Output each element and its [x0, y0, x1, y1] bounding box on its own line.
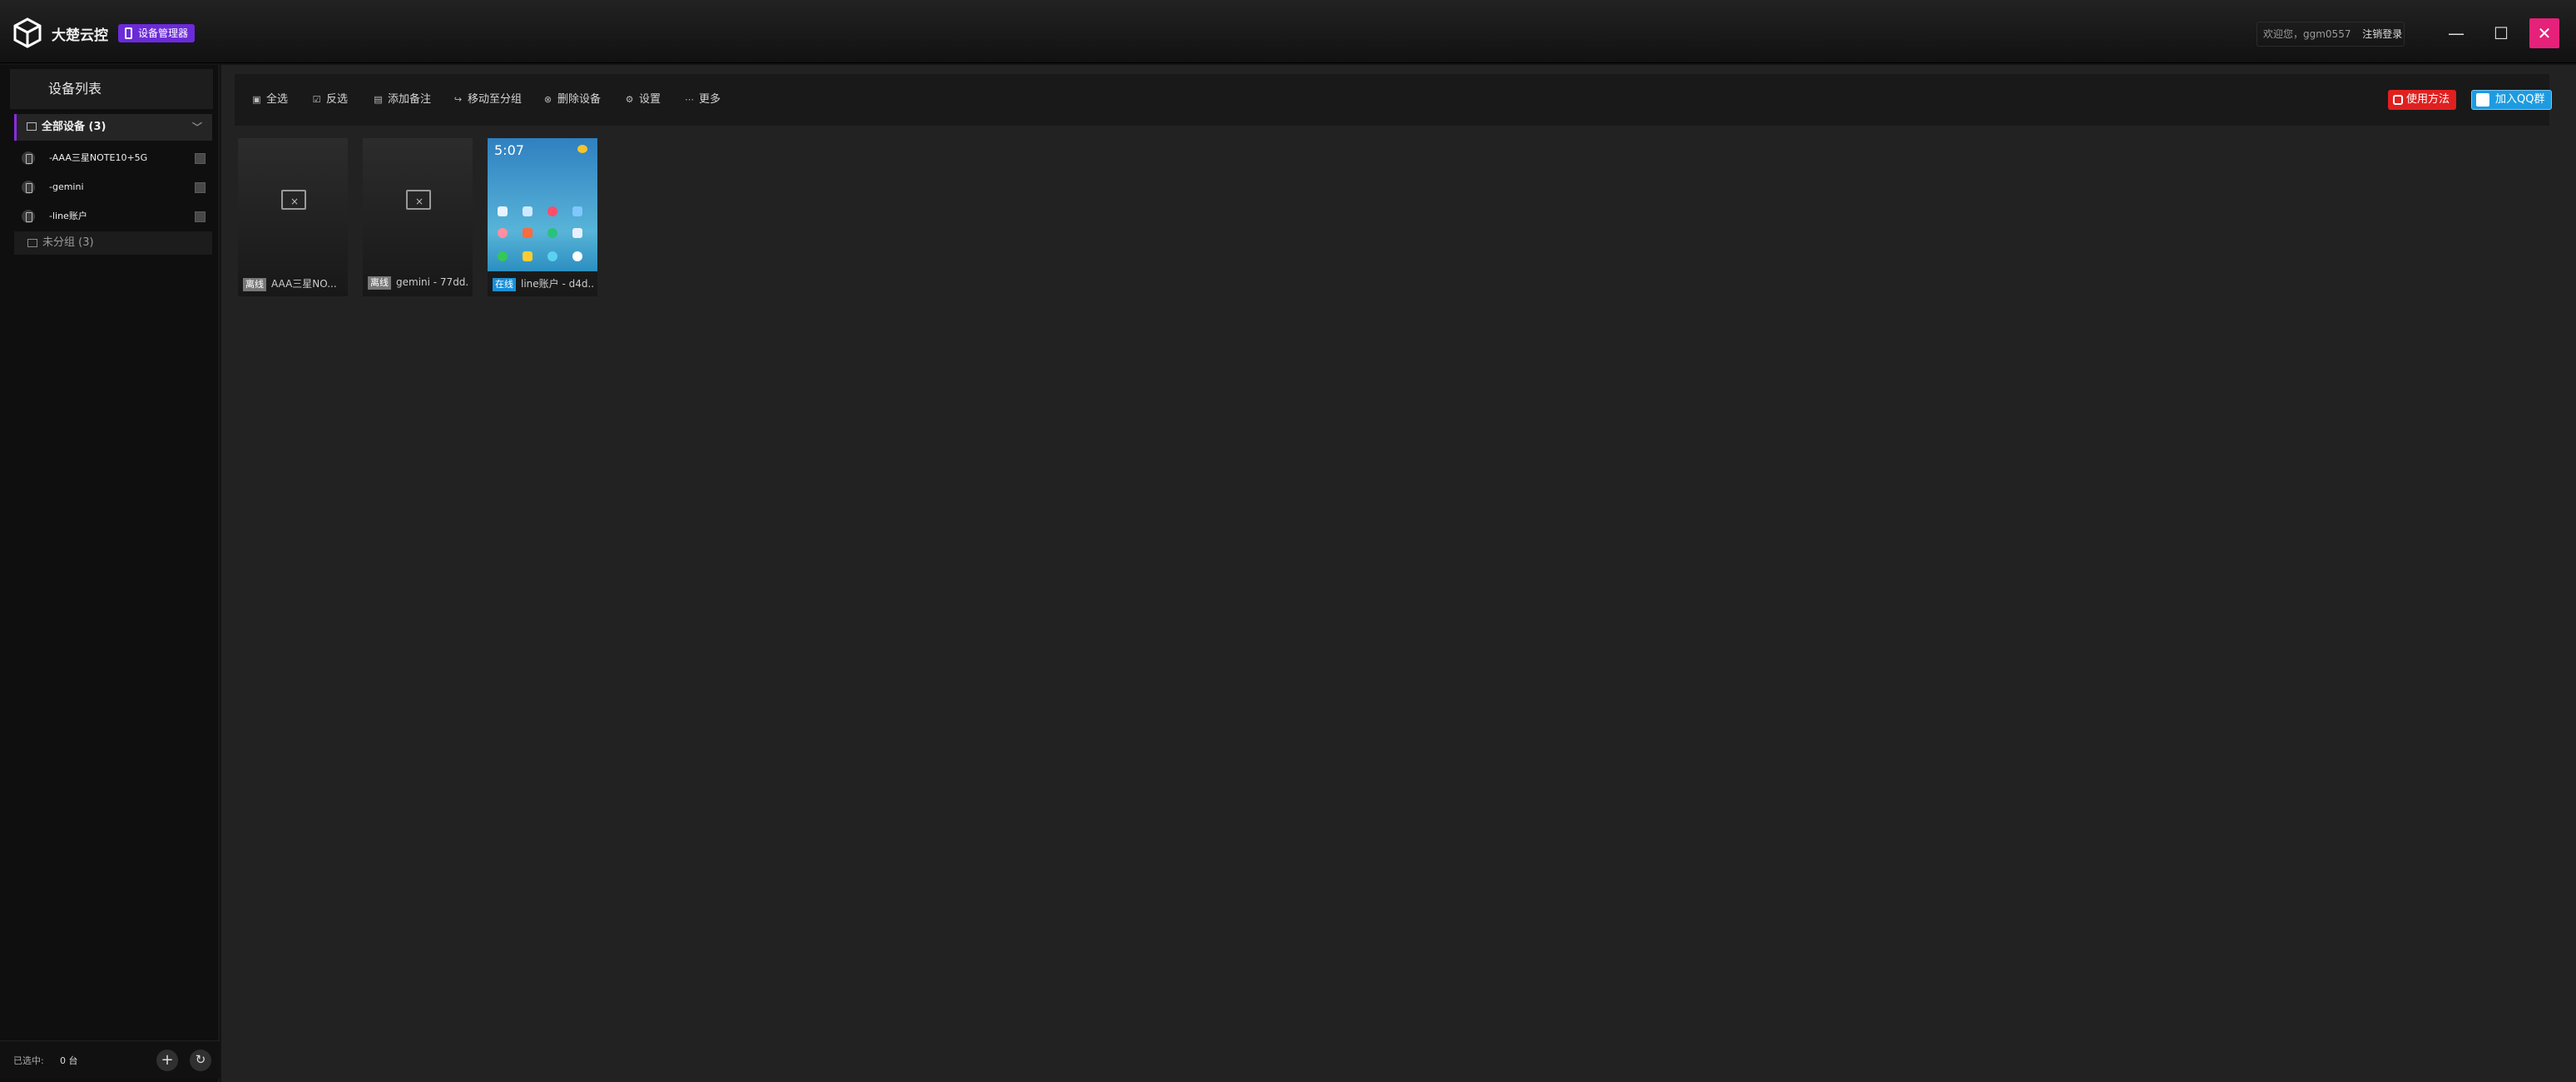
phone-icon: [22, 151, 35, 165]
app-icon: [572, 206, 582, 216]
group-all-devices[interactable]: 全部设备 (3) ﹀: [14, 114, 212, 141]
add-note-label: 添加备注: [388, 93, 432, 106]
move-group-button[interactable]: ↪ 移动至分组: [453, 91, 522, 109]
select-all-icon: ▣: [252, 94, 261, 105]
phone-screen-preview[interactable]: 5:07: [488, 138, 597, 271]
delete-device-button[interactable]: ⊗ 删除设备: [542, 91, 601, 109]
add-note-button[interactable]: ▤ 添加备注: [373, 91, 431, 109]
group-all-label: 全部设备 (3): [42, 121, 107, 133]
help-button[interactable]: 使用方法: [2388, 90, 2457, 110]
device-checkbox[interactable]: [195, 211, 206, 222]
gear-icon: ⚙: [625, 94, 634, 105]
toolbar: ▣ 全选 ☑ 反选 ▤ 添加备注 ↪ 移动至分组 ⊗ 删除设备 ⚙ 设置 ⋯ 更…: [235, 74, 2553, 126]
card-name: gemini - 77dd...: [396, 276, 469, 288]
app-icon: [547, 228, 557, 238]
folder-icon: [27, 122, 37, 131]
app-icon: [547, 206, 557, 216]
delete-icon: ⊗: [543, 94, 552, 105]
device-checkbox[interactable]: [195, 182, 206, 193]
sidebar: 设备列表 全部设备 (3) ﹀ -AAA三星NOTE10+5G -gemini …: [0, 65, 220, 1082]
folder-icon: [27, 239, 37, 247]
app-icon: [572, 228, 582, 238]
card-name: AAA三星NO...: [271, 278, 337, 290]
phone-icon: [125, 27, 132, 39]
more-label: 更多: [699, 93, 721, 106]
app-icon: [523, 228, 533, 238]
weather-icon: [577, 145, 587, 153]
app-icon: [523, 251, 533, 261]
settings-label: 设置: [639, 93, 661, 106]
card-label: 在线 line账户 - d4d...: [493, 276, 594, 291]
status-badge: 在线: [493, 278, 516, 291]
phone-icon: [22, 210, 35, 223]
device-card[interactable]: 5:07 在线 line账户 - d4d...: [488, 138, 597, 296]
settings-button[interactable]: ⚙ 设置: [624, 91, 661, 109]
app-icon: [498, 228, 508, 238]
main-panel: ▣ 全选 ☑ 反选 ▤ 添加备注 ↪ 移动至分组 ⊗ 删除设备 ⚙ 设置 ⋯ 更…: [221, 65, 2576, 1082]
user-box: 欢迎您，ggm0557 注销登录: [2256, 22, 2405, 47]
qq-icon: [2476, 93, 2489, 107]
app-icon: [498, 251, 508, 261]
select-all-button[interactable]: ▣ 全选: [251, 91, 288, 109]
add-group-button[interactable]: +: [156, 1050, 178, 1071]
welcome-text: 欢迎您，ggm0557: [2263, 28, 2351, 40]
invert-icon: ☑: [312, 94, 321, 105]
device-manager-badge[interactable]: 设备管理器: [118, 24, 196, 42]
badge-label: 设备管理器: [138, 27, 189, 39]
invert-label: 反选: [326, 93, 349, 106]
device-label: -line账户: [49, 211, 87, 221]
app-title: 大楚云控: [52, 27, 108, 44]
chevron-down-icon[interactable]: ﹀: [192, 114, 202, 141]
app-icon: [523, 206, 533, 216]
join-qq-label: 加入QQ群: [2495, 93, 2545, 106]
app-icon: [498, 206, 508, 216]
sidebar-title: 设备列表: [10, 69, 213, 109]
join-qq-button[interactable]: 加入QQ群: [2471, 90, 2553, 110]
phone-time: 5:07: [494, 142, 524, 158]
group-ungrouped[interactable]: 未分组 (3): [14, 231, 212, 255]
note-icon: ▤: [374, 94, 383, 105]
more-button[interactable]: ⋯ 更多: [684, 91, 721, 109]
title-bar: 大楚云控 设备管理器 欢迎您，ggm0557 注销登录 — ☐ ✕: [0, 0, 2576, 63]
select-all-label: 全选: [266, 93, 289, 106]
move-group-label: 移动至分组: [468, 93, 523, 106]
status-badge: 离线: [368, 276, 391, 290]
sidebar-footer: 已选中: 0 台 + ↻: [0, 1040, 220, 1079]
app-icon: [547, 251, 557, 261]
status-badge: 离线: [243, 278, 266, 291]
device-item[interactable]: -line账户: [14, 202, 212, 231]
move-icon: ↪: [453, 94, 463, 105]
group-none-label: 未分组 (3): [42, 236, 94, 249]
help-icon: [2393, 95, 2403, 105]
offline-screen: [363, 138, 473, 271]
card-name: line账户 - d4d...: [521, 278, 594, 290]
offline-screen: [238, 138, 348, 271]
refresh-button[interactable]: ↻: [190, 1050, 211, 1071]
minimize-button[interactable]: —: [2441, 18, 2471, 48]
invert-selection-button[interactable]: ☑ 反选: [311, 91, 348, 109]
card-label: 离线 gemini - 77dd...: [368, 276, 469, 290]
close-button[interactable]: ✕: [2529, 18, 2559, 48]
cube-logo-icon: [13, 17, 42, 48]
selected-count: 0 台: [60, 1055, 78, 1066]
screen-off-icon: [281, 190, 306, 210]
device-item[interactable]: -AAA三星NOTE10+5G: [14, 144, 212, 172]
maximize-button[interactable]: ☐: [2486, 18, 2516, 48]
more-icon: ⋯: [685, 94, 694, 105]
device-card[interactable]: 离线 AAA三星NO...: [238, 138, 348, 296]
app-icon: [572, 251, 582, 261]
screen-off-icon: [406, 190, 431, 210]
device-item[interactable]: -gemini: [14, 173, 212, 201]
device-checkbox[interactable]: [195, 153, 206, 164]
device-card[interactable]: 离线 gemini - 77dd...: [363, 138, 473, 296]
device-label: -gemini: [49, 181, 84, 192]
phone-icon: [22, 181, 35, 194]
card-label: 离线 AAA三星NO...: [243, 276, 344, 291]
device-label: -AAA三星NOTE10+5G: [49, 152, 148, 163]
selected-label: 已选中:: [13, 1055, 44, 1066]
logout-link[interactable]: 注销登录: [2362, 28, 2402, 40]
delete-device-label: 删除设备: [557, 93, 602, 106]
help-label: 使用方法: [2406, 93, 2450, 106]
